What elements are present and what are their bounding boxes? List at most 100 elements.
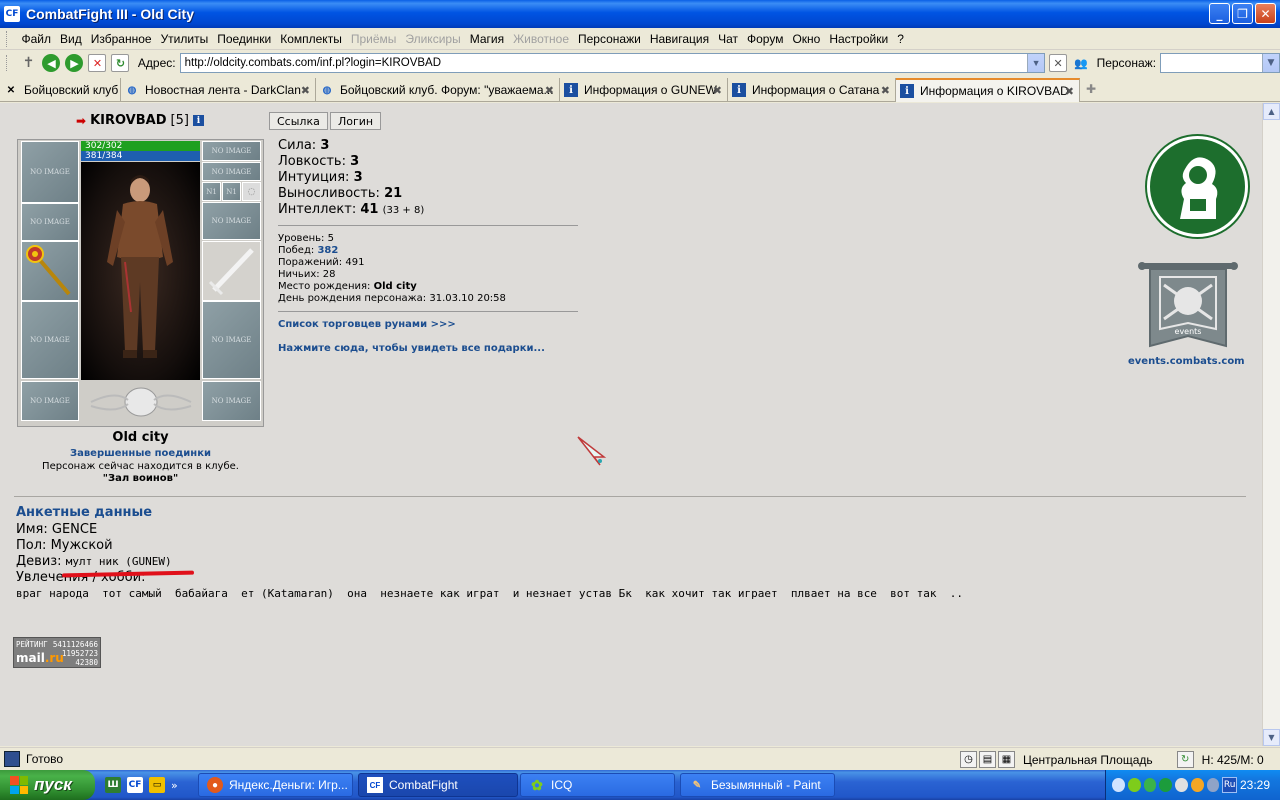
tab-close-icon[interactable]: ✖ [881, 84, 890, 97]
scroll-down-icon[interactable]: ▼ [1263, 729, 1280, 746]
tab-info-gunew[interactable]: i Информация о GUNEW ✖ [560, 78, 728, 102]
ring-slot-1[interactable]: N1 [202, 182, 221, 201]
link-button[interactable]: Ссылка [269, 112, 328, 130]
rune-traders-link[interactable]: Список торговцев рунами >>> [278, 319, 456, 330]
amulet-slot[interactable]: NO IMAGE [202, 162, 261, 181]
menu-window[interactable]: Окно [788, 32, 825, 46]
task-icq[interactable]: ✿ ICQ [520, 773, 675, 797]
document-icon[interactable]: ▤ [979, 751, 996, 768]
tab-news-darkclan[interactable]: ◍ Новостная лента - DarkClan ✖ [121, 78, 316, 102]
tab-close-icon[interactable]: ✖ [545, 84, 554, 97]
gifts-link[interactable]: Нажмите сюда, чтобы увидеть все подарки.… [278, 343, 545, 354]
tab-forum[interactable]: ◍ Бойцовский клуб. Форум: "уважаема... ✖ [316, 78, 560, 102]
tab-info-satana[interactable]: i Информация о Сатана ✖ [728, 78, 896, 102]
ring-slot-3[interactable]: ◌ [242, 182, 261, 201]
helmet-slot[interactable]: NO IMAGE [21, 141, 79, 203]
clock-icon[interactable]: ◷ [960, 751, 977, 768]
toolbar-grip [6, 30, 9, 47]
boots-slot[interactable]: NO IMAGE [202, 381, 261, 421]
menu-magic[interactable]: Магия [465, 32, 508, 46]
tab-close-icon[interactable]: ✖ [301, 84, 310, 97]
detail-level: Уровень: 5 [278, 233, 334, 244]
tab-label: Новостная лента - DarkClan [145, 83, 301, 97]
task-paint[interactable]: ✎ Безымянный - Paint [680, 773, 835, 797]
tab-close-icon[interactable]: ✖ [1065, 85, 1074, 98]
menu-characters[interactable]: Персонажи [574, 32, 646, 46]
menu-techniques[interactable]: Приёмы [346, 32, 401, 46]
tray-shield-icon[interactable] [1159, 778, 1172, 792]
info-icon[interactable]: i [192, 115, 204, 126]
tab-info-kirovbad[interactable]: i Информация о KIROVBAD ✖ [896, 78, 1080, 102]
earring-slot[interactable]: NO IMAGE [202, 141, 261, 161]
close-button[interactable]: ✕ [1255, 3, 1276, 24]
tray-icq-icon[interactable] [1127, 778, 1141, 792]
armor-slot[interactable]: NO IMAGE [21, 301, 79, 379]
tray-arrow-icon[interactable] [1112, 778, 1125, 792]
task-yandex-money[interactable]: ● Яндекс.Деньги: Игр... [198, 773, 353, 797]
task-combatfight[interactable]: CF CombatFight [358, 773, 518, 797]
address-input[interactable]: http://oldcity.combats.com/inf.pl?login=… [179, 53, 1046, 73]
menu-help[interactable]: ? [893, 32, 909, 46]
menu-view[interactable]: Вид [56, 32, 87, 46]
tab-fight-club[interactable]: ✕ Бойцовский клуб [0, 78, 121, 102]
tab-close-icon[interactable]: ✖ [713, 84, 722, 97]
map-icon[interactable]: ▦ [998, 751, 1015, 768]
menu-chat[interactable]: Чат [714, 32, 743, 46]
belt-slot[interactable]: NO IMAGE [21, 381, 79, 421]
more-chevron-icon[interactable]: » [171, 779, 178, 792]
folder-quick-icon[interactable]: ▭ [149, 777, 165, 793]
info-icon: i [732, 83, 746, 97]
scroll-up-icon[interactable]: ▲ [1263, 103, 1280, 120]
offhand-slot[interactable] [202, 241, 261, 301]
tray-sync-icon[interactable] [1206, 778, 1220, 792]
menu-navigation[interactable]: Навигация [645, 32, 713, 46]
mailru-rating-counter[interactable]: РЕЙТИНГ 5411126466 11952723 42380 mail.r… [13, 637, 101, 668]
events-banner-icon[interactable]: events [1138, 261, 1238, 356]
menu-settings[interactable]: Настройки [825, 32, 893, 46]
menu-file[interactable]: Файл [17, 32, 56, 46]
language-indicator[interactable]: Ru [1222, 777, 1237, 793]
tab-label: Бойцовский клуб. Форум: "уважаема... [340, 83, 554, 97]
refresh-icon[interactable]: ↻ [111, 54, 130, 72]
tray-update-icon[interactable] [1190, 778, 1204, 792]
club-location-note: Персонаж сейчас находится в клубе. [42, 461, 239, 472]
necklace-slot[interactable]: NO IMAGE [21, 203, 79, 241]
gloves-slot[interactable]: NO IMAGE [202, 202, 261, 240]
menu-fights[interactable]: Поединки [213, 32, 276, 46]
leggings-slot[interactable]: NO IMAGE [202, 301, 261, 379]
ring-slot-2[interactable]: N1 [222, 182, 241, 201]
vertical-scrollbar[interactable]: ▲ ▼ [1262, 103, 1280, 746]
address-dropdown-icon[interactable]: ▼ [1027, 54, 1045, 72]
quick-launch-app-icon[interactable]: Ш [105, 777, 121, 793]
status-bar: Готово ◷ ▤ ▦ Центральная Площадь ↻ H: 42… [0, 747, 1280, 770]
menu-favorites[interactable]: Избранное [86, 32, 156, 46]
back-icon[interactable]: ◀ [42, 54, 61, 72]
login-button[interactable]: Логин [330, 112, 382, 130]
menu-forum[interactable]: Форум [743, 32, 788, 46]
weapon-slot[interactable] [21, 241, 79, 301]
menu-animal[interactable]: Животное [509, 32, 574, 46]
character-dropdown-icon[interactable]: ▼ [1261, 54, 1279, 72]
refresh-status-icon[interactable]: ↻ [1176, 751, 1194, 768]
stop-icon[interactable]: ✕ [88, 54, 107, 72]
menu-elixirs[interactable]: Эликсиры [401, 32, 465, 46]
clear-icon[interactable]: ✕ [1049, 54, 1068, 72]
tray-network-icon[interactable] [1143, 778, 1157, 792]
clan-logo-icon[interactable] [1147, 136, 1248, 237]
maximize-button[interactable]: ❐ [1232, 3, 1253, 24]
combatfight-quick-icon[interactable]: CF [127, 777, 143, 793]
location-name: Центральная Площадь [1023, 752, 1153, 767]
pin-icon[interactable]: ✝ [20, 54, 38, 72]
events-link[interactable]: events.combats.com [1128, 356, 1245, 367]
new-tab-button[interactable]: ✚ [1080, 78, 1102, 100]
completed-fights-link[interactable]: Завершенные поединки [17, 448, 264, 459]
forward-icon[interactable]: ▶ [65, 54, 84, 72]
character-name: KIROVBAD [90, 113, 167, 128]
tray-volume-icon[interactable] [1175, 778, 1188, 792]
start-button[interactable]: пуск [0, 770, 95, 800]
character-select[interactable]: ▼ [1160, 53, 1280, 73]
menu-utilities[interactable]: Утилиты [156, 32, 213, 46]
users-icon[interactable]: 👥 [1072, 54, 1090, 72]
menu-sets[interactable]: Комплекты [276, 32, 347, 46]
minimize-button[interactable]: _ [1209, 3, 1230, 24]
